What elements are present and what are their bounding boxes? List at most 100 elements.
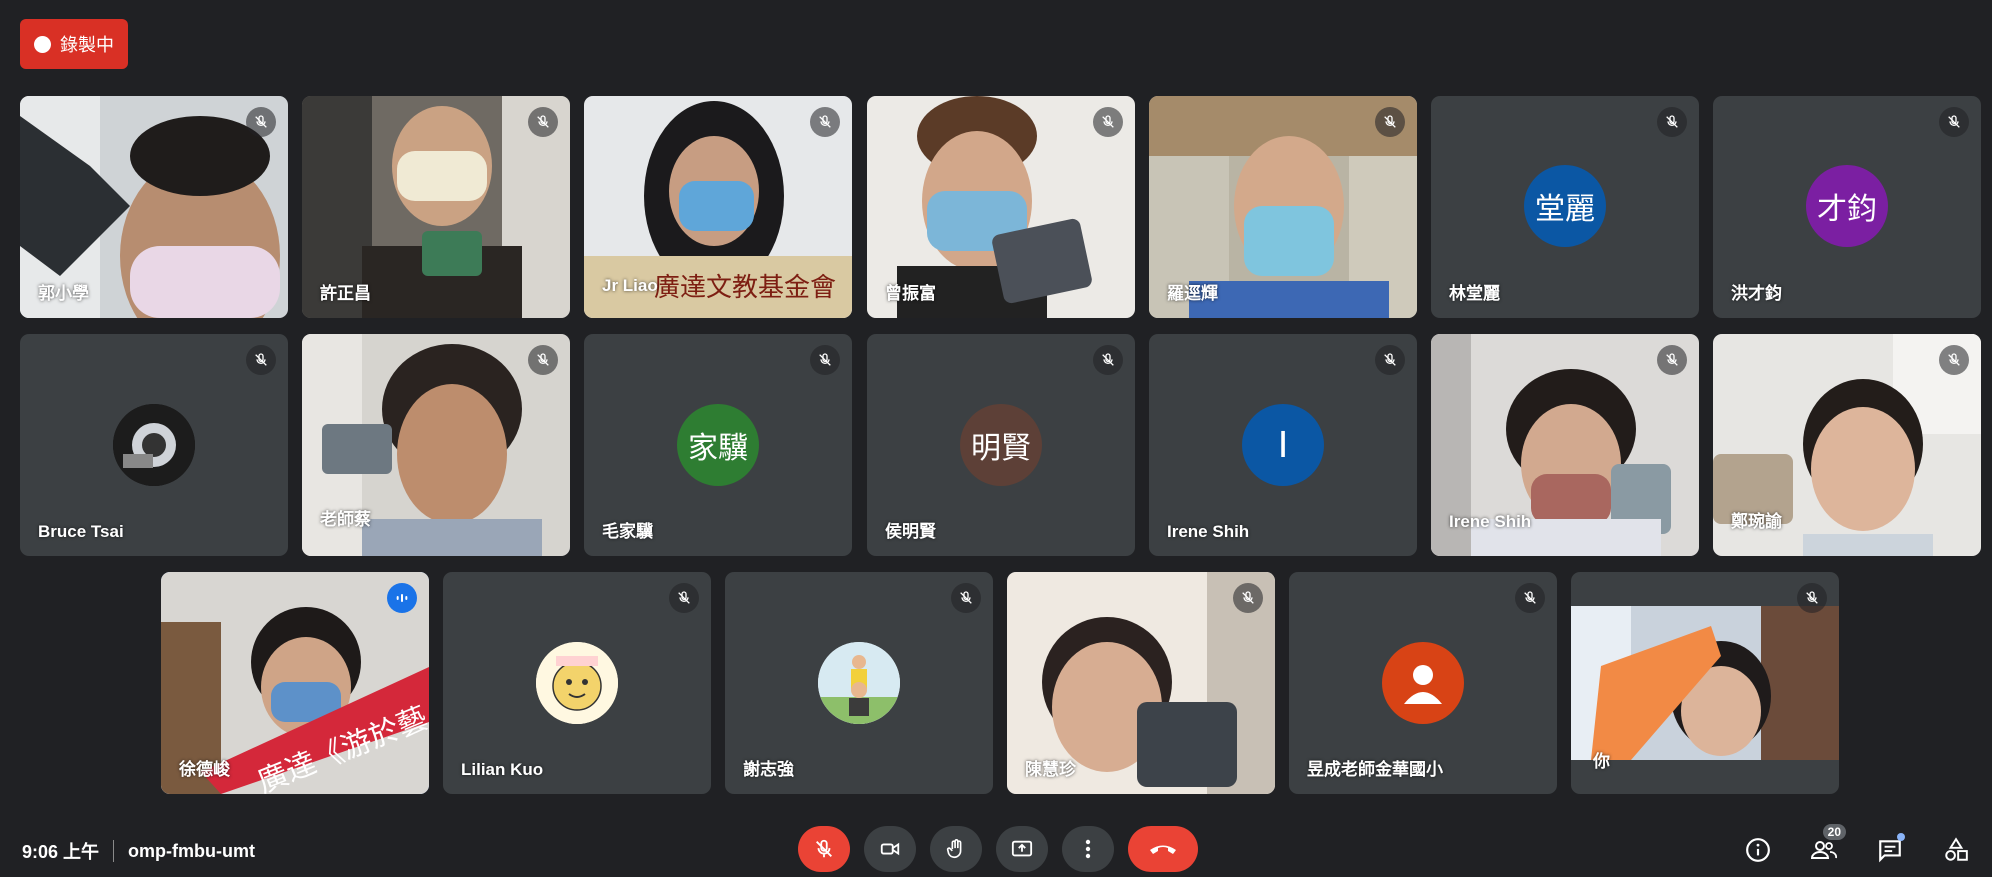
participant-name: 郭小學 (38, 284, 89, 303)
mic-toggle-button[interactable] (798, 826, 850, 872)
mic-off-icon (1093, 107, 1123, 137)
mic-off-icon (528, 345, 558, 375)
mic-off-icon (1797, 583, 1827, 613)
participant-tile[interactable]: 許正昌 (302, 96, 570, 318)
mic-off-icon (246, 107, 276, 137)
avatar: 才鈞 (1806, 165, 1888, 247)
meeting-details-button[interactable] (1738, 830, 1778, 870)
chat-notification-dot (1897, 833, 1905, 841)
participant-tile[interactable]: I Irene Shih (1149, 334, 1417, 556)
mic-off-icon (951, 583, 981, 613)
avatar: I (1242, 404, 1324, 486)
chat-button[interactable] (1870, 830, 1910, 870)
mic-off-icon (810, 107, 840, 137)
divider (113, 840, 115, 862)
present-screen-icon (1011, 840, 1033, 857)
avatar: 家驥 (677, 404, 759, 486)
participant-name: Irene Shih (1167, 522, 1250, 541)
mic-off-icon (1939, 345, 1969, 375)
raise-hand-icon (946, 839, 962, 859)
participant-tile[interactable]: 曾振富 (867, 96, 1135, 318)
participant-tile[interactable]: 昱成老師金華國小 (1289, 572, 1557, 794)
mic-off-icon (1657, 345, 1687, 375)
participant-name: 毛家驥 (602, 522, 653, 541)
participant-name: 許正昌 (320, 284, 371, 303)
mic-off-icon (1939, 107, 1969, 137)
participant-tile[interactable]: 謝志強 (725, 572, 993, 794)
participant-tile[interactable]: Lilian Kuo (443, 572, 711, 794)
participant-name: Jr Liao (602, 276, 658, 295)
mic-off-icon (1515, 583, 1545, 613)
participant-tile[interactable]: 明賢 侯明賢 (867, 334, 1135, 556)
end-call-icon (1150, 845, 1176, 854)
participant-tile[interactable]: 老師蔡 (302, 334, 570, 556)
avatar (1382, 642, 1464, 724)
speaking-indicator-icon (387, 583, 417, 613)
participant-name: 徐德峻 (179, 760, 230, 779)
participant-tile[interactable]: Bruce Tsai (20, 334, 288, 556)
mic-off-icon (1657, 107, 1687, 137)
more-options-icon (1085, 839, 1091, 859)
participant-name: 你 (1593, 752, 1610, 771)
participant-name: Irene Shih (1449, 512, 1532, 531)
mic-off-icon (1375, 107, 1405, 137)
mic-off-icon (810, 345, 840, 375)
participant-name: 侯明賢 (885, 522, 936, 541)
participant-name: 謝志強 (743, 760, 794, 779)
more-options-button[interactable] (1062, 826, 1114, 872)
participant-name: 老師蔡 (320, 510, 371, 529)
participant-name: 羅逕輝 (1167, 284, 1218, 303)
avatar (113, 404, 195, 486)
mic-off-icon (1093, 345, 1123, 375)
end-call-button[interactable] (1128, 826, 1198, 872)
avatar (536, 642, 618, 724)
mic-off-icon (1233, 583, 1263, 613)
activities-icon (1945, 837, 1968, 861)
camera-toggle-button[interactable] (864, 826, 916, 872)
participant-tile[interactable]: 才鈞 洪才鈞 (1713, 96, 1981, 318)
people-button[interactable]: 20 (1804, 824, 1846, 870)
mic-off-icon (1375, 345, 1405, 375)
recording-indicator: 錄製中 (20, 19, 128, 69)
participant-name: 曾振富 (885, 284, 936, 303)
participant-tile[interactable]: 陳慧珍 (1007, 572, 1275, 794)
mic-off-icon (669, 583, 699, 613)
recording-label: 錄製中 (60, 35, 114, 55)
present-screen-button[interactable] (996, 826, 1048, 872)
participant-tile[interactable]: 郭小學 (20, 96, 288, 318)
participant-tile[interactable]: 鄭琬諭 (1713, 334, 1981, 556)
svg-text:廣達文教基金會: 廣達文教基金會 (654, 273, 836, 303)
person-icon (1404, 665, 1442, 704)
mic-off-icon (816, 839, 832, 858)
avatar: 明賢 (960, 404, 1042, 486)
self-video-feed (1571, 606, 1839, 760)
participant-tile[interactable]: Irene Shih (1431, 334, 1699, 556)
people-icon (1810, 841, 1837, 859)
participant-name: Bruce Tsai (38, 522, 124, 541)
participant-name: Lilian Kuo (461, 760, 544, 779)
participant-tile[interactable]: 堂麗 林堂麗 (1431, 96, 1699, 318)
call-controls (798, 826, 1198, 872)
participant-name: 昱成老師金華國小 (1307, 760, 1443, 779)
recording-dot-icon (34, 35, 51, 53)
mic-off-icon (246, 345, 276, 375)
participant-name: 鄭琬諭 (1731, 512, 1782, 531)
participant-tile[interactable]: 羅逕輝 (1149, 96, 1417, 318)
meeting-info: 9:06 上午 omp-fmbu-umt (22, 838, 255, 864)
participant-name: 洪才鈞 (1731, 284, 1782, 303)
participant-count-badge: 20 (1822, 824, 1846, 840)
side-panel-controls: 20 (1738, 824, 1976, 870)
info-icon (1746, 838, 1770, 862)
participant-name: 陳慧珍 (1025, 760, 1076, 779)
participant-tile[interactable]: 你 (1571, 572, 1839, 794)
activities-button[interactable] (1936, 830, 1976, 870)
participant-tile[interactable]: 廣達文教基金會 Jr Liao (584, 96, 852, 318)
avatar: 堂麗 (1524, 165, 1606, 247)
meeting-code: omp-fmbu-umt (128, 840, 255, 861)
participant-tile[interactable]: 家驥 毛家驥 (584, 334, 852, 556)
clock-time: 9:06 上午 (22, 842, 100, 862)
participant-tile[interactable]: 廣達《游於藝 徐德峻 (161, 572, 429, 794)
raise-hand-button[interactable] (930, 826, 982, 872)
bottom-bar: 9:06 上午 omp-fmbu-umt 20 (0, 820, 1992, 877)
mic-off-icon (528, 107, 558, 137)
